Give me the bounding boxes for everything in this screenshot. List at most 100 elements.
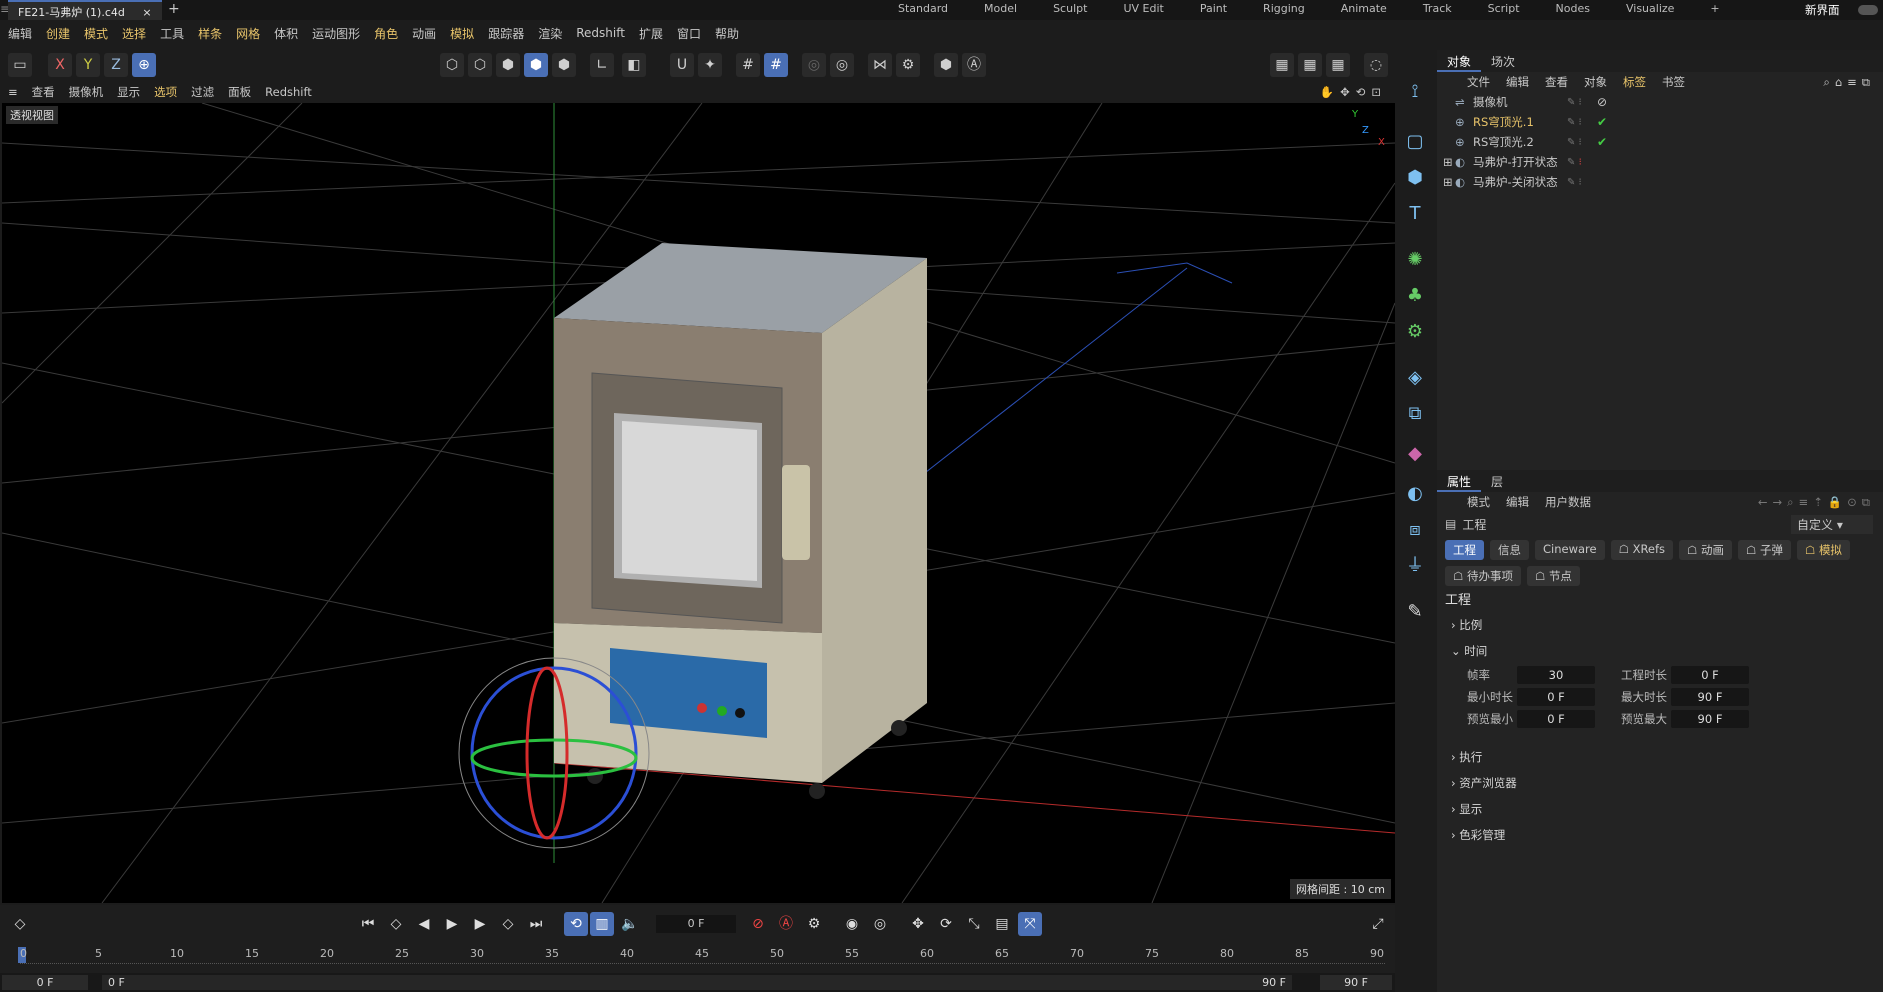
chip-cineware[interactable]: Cineware [1535, 540, 1605, 560]
section-execution[interactable]: › 执行 [1437, 744, 1883, 770]
menu-help[interactable]: 帮助 [715, 25, 739, 42]
menu-create[interactable]: 创建 [46, 25, 70, 42]
fps-mode-icon[interactable]: ▥ [590, 912, 614, 936]
new-layout-label[interactable]: 新界面 [1805, 2, 1840, 18]
chip-simulation[interactable]: ☖ 模拟 [1796, 540, 1850, 560]
add-layout-button[interactable]: + [1692, 0, 1737, 20]
menu-mograph[interactable]: 运动图形 [312, 25, 360, 42]
expand-icon[interactable]: ⊞ [1443, 175, 1455, 189]
loop-icon[interactable]: ⟲ [564, 912, 588, 936]
layout-nodes[interactable]: Nodes [1538, 0, 1608, 20]
visibility-dots[interactable]: ✎ ⁝ [1567, 177, 1582, 188]
menu-animation[interactable]: 动画 [412, 25, 436, 42]
chip-todo[interactable]: ☖ 待办事项 [1445, 566, 1521, 586]
protection-tag-icon[interactable]: ⊘ [1597, 95, 1607, 109]
field-icon[interactable]: ⧉ [1401, 400, 1429, 428]
menu-mode[interactable]: 模式 [84, 25, 108, 42]
perspective-viewport[interactable]: Y Z X 透视视图 网格间距 : 10 cm [2, 103, 1395, 903]
camera-palette-icon[interactable]: ⟟ [1401, 78, 1429, 106]
layout-sculpt[interactable]: Sculpt [1035, 0, 1105, 20]
deformer-icon[interactable]: ◈ [1401, 364, 1429, 392]
menu-tracker[interactable]: 跟踪器 [488, 25, 524, 42]
object-row[interactable]: ⊞ ◐ 马弗炉-关闭状态 ✎ ⁝ [1437, 172, 1883, 192]
current-frame-field[interactable]: 0 F [656, 915, 736, 933]
visibility-dots[interactable]: ✎ ⁝ [1567, 117, 1582, 128]
layout-toggle[interactable] [1858, 5, 1878, 15]
vmenu-view[interactable]: 查看 [32, 84, 55, 100]
menu-redshift[interactable]: Redshift [576, 26, 625, 40]
new-tab-button[interactable]: + [168, 1, 180, 17]
preview-min-field[interactable]: 0 F [1517, 710, 1595, 728]
environment-icon[interactable]: ◆ [1401, 440, 1429, 468]
chip-nodes[interactable]: ☖ 节点 [1526, 566, 1580, 586]
scale-key-icon[interactable]: ⤡ [962, 912, 986, 936]
grid-icon[interactable]: # [736, 53, 760, 77]
vmenu-filter[interactable]: 过滤 [191, 84, 214, 100]
section-scale[interactable]: › 比例 [1437, 612, 1883, 638]
menu-simulate[interactable]: 模拟 [450, 25, 474, 42]
text-spline-icon[interactable]: T [1401, 200, 1429, 228]
om-menu-object[interactable]: 对象 [1584, 74, 1607, 90]
chip-xrefs[interactable]: ☖ XRefs [1610, 540, 1674, 560]
generator-icon[interactable]: ✺ [1401, 246, 1429, 274]
render-settings-clapper-icon[interactable]: ▦ [1326, 53, 1350, 77]
record-icon[interactable]: ⊘ [746, 912, 770, 936]
vmenu-options[interactable]: 选项 [154, 84, 177, 100]
menu-extensions[interactable]: 扩展 [639, 25, 663, 42]
range-slider[interactable]: 0 F 90 F [102, 975, 1292, 990]
redshift-render-view-icon[interactable]: ◌ [1364, 53, 1388, 77]
menu-window[interactable]: 窗口 [677, 25, 701, 42]
visibility-dots[interactable]: ✎ ⁝ [1567, 157, 1582, 168]
symmetry-icon[interactable]: ⋈ [868, 53, 892, 77]
check-tag-icon[interactable]: ✔ [1597, 135, 1607, 149]
close-tab-icon[interactable]: × [142, 6, 151, 19]
play-icon[interactable]: ▶ [440, 912, 464, 936]
om-menu-view[interactable]: 查看 [1545, 74, 1568, 90]
layout-rigging[interactable]: Rigging [1245, 0, 1323, 20]
tab-takes[interactable]: 场次 [1481, 50, 1525, 72]
viewport-menu-icon[interactable]: ≡ [8, 85, 18, 99]
render-picture-viewer-icon[interactable]: ▦ [1298, 53, 1322, 77]
min-time-field[interactable]: 0 F [1517, 688, 1595, 706]
am-menu-mode[interactable]: 模式 [1467, 494, 1490, 510]
prev-key-icon[interactable]: ◇ [384, 912, 408, 936]
tab-objects[interactable]: 对象 [1437, 50, 1482, 72]
menu-mesh[interactable]: 网格 [236, 25, 260, 42]
visibility-dots[interactable]: ✎ ⁝ [1567, 97, 1582, 108]
chip-project[interactable]: 工程 [1445, 540, 1484, 560]
edit-pen-icon[interactable]: ✎ [1401, 598, 1429, 626]
keyframe-settings-icon[interactable]: ⚙ [802, 912, 826, 936]
camera-object-icon[interactable]: ⧈ [1401, 516, 1429, 544]
coord-system-icon[interactable]: ⊕ [132, 53, 156, 77]
timeline-expand-icon[interactable]: ⤢ [1366, 912, 1390, 936]
effector-icon[interactable]: ⚙ [1401, 318, 1429, 346]
vmenu-panel[interactable]: 面板 [228, 84, 251, 100]
quantize-icon[interactable]: # [764, 53, 788, 77]
muffle-furnace-model[interactable] [554, 243, 927, 799]
project-length-field[interactable]: 0 F [1671, 666, 1749, 684]
om-menu-tags[interactable]: 标签 [1623, 74, 1646, 90]
om-search-icon[interactable]: ⌕⌂≡⧉ [1823, 75, 1875, 90]
preset-dropdown[interactable]: 自定义 ▾ [1791, 514, 1873, 534]
chip-info[interactable]: 信息 [1490, 540, 1529, 560]
section-time[interactable]: ⌄ 时间 [1437, 638, 1883, 664]
sound-icon[interactable]: 🔈 [618, 912, 642, 936]
section-color-management[interactable]: › 色彩管理 [1437, 822, 1883, 848]
am-menu-edit[interactable]: 编辑 [1506, 494, 1529, 510]
cloner-icon[interactable]: ♣ [1401, 282, 1429, 310]
axis-x-button[interactable]: X [48, 53, 72, 77]
chip-bullet[interactable]: ☖ 子弹 [1738, 540, 1791, 560]
cube-primitive-icon[interactable]: ⬢ [1401, 164, 1429, 192]
plane-primitive-icon[interactable]: ▢ [1401, 128, 1429, 156]
menu-select[interactable]: 选择 [122, 25, 146, 42]
polygons-mode-icon[interactable]: ⬢ [496, 53, 520, 77]
preview-max-field[interactable]: 90 F [1671, 710, 1749, 728]
tab-attributes[interactable]: 属性 [1437, 470, 1482, 492]
fps-field[interactable]: 30 [1517, 666, 1595, 684]
vmenu-display[interactable]: 显示 [117, 84, 140, 100]
go-to-end-icon[interactable]: ⏭ [524, 912, 548, 936]
render-settings-icon[interactable]: ◎ [830, 53, 854, 77]
pla-key-icon[interactable]: ⤧ [1018, 912, 1042, 936]
am-nav-icons[interactable]: ←→⌕≡⇡🔒⊙⧉ [1758, 495, 1875, 510]
document-tab[interactable]: FE21-马弗炉 (1).c4d × [8, 0, 162, 20]
